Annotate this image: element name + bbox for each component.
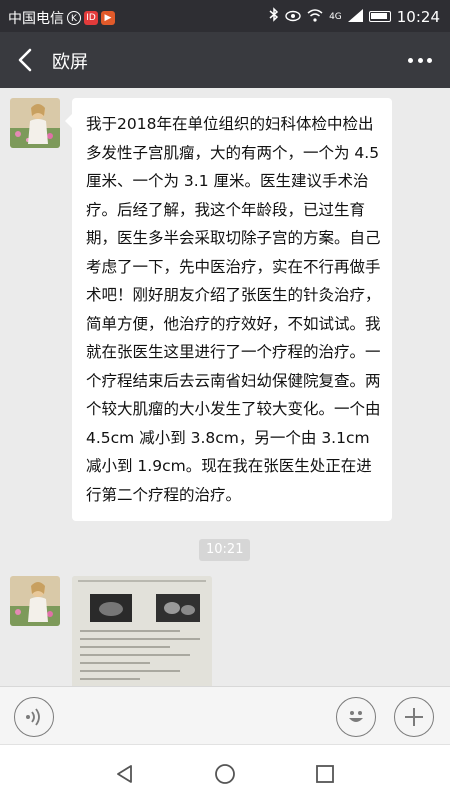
more-dot-icon (427, 57, 432, 63)
more-functions-button[interactable] (394, 697, 434, 737)
message-bubble[interactable]: 我于2018年在单位组织的妇科体检中检出多发性子宫肌瘤，大的有两个，一个为 4.… (65, 98, 392, 521)
more-dot-icon (417, 57, 423, 63)
carrier-label: 中国电信 (8, 11, 64, 27)
avatar-photo-icon (10, 576, 60, 626)
bluetooth-icon (269, 7, 279, 26)
avatar-photo-icon (10, 98, 60, 148)
chat-header: 欧屏 (0, 32, 450, 88)
app-notification-icon: K (67, 11, 81, 25)
status-time: 10:24 (396, 7, 440, 26)
emoji-button[interactable] (336, 697, 376, 737)
signal-icon (347, 8, 363, 26)
nav-recents-button[interactable] (312, 761, 338, 787)
voice-input-button[interactable] (14, 697, 54, 737)
image-message[interactable] (72, 576, 212, 686)
input-bar (0, 686, 450, 744)
nav-home-button[interactable] (212, 761, 238, 787)
status-bar: 中国电信 K ID ▶ 4G 10:24 (0, 0, 450, 32)
eye-icon (285, 8, 301, 26)
chat-area[interactable]: 我于2018年在单位组织的妇科体检中检出多发性子宫肌瘤，大的有两个，一个为 4.… (0, 88, 450, 686)
nav-back-button[interactable] (112, 761, 138, 787)
circle-home-icon (215, 764, 235, 784)
status-right: 4G 10:24 (269, 7, 440, 26)
more-options-button[interactable] (404, 44, 436, 76)
battery-icon (368, 11, 391, 22)
chevron-left-icon (18, 48, 32, 72)
system-navigation-bar (0, 744, 450, 800)
sender-avatar[interactable] (10, 576, 60, 626)
square-recents-icon (316, 765, 334, 783)
app-notification-icon-2: ID (84, 11, 98, 25)
more-dot-icon (408, 57, 413, 63)
network-type-label: 4G (329, 11, 342, 22)
video-app-icon: ▶ (101, 11, 115, 25)
medical-report-image-icon (72, 576, 212, 686)
smiley-icon (349, 711, 363, 722)
chat-title: 欧屏 (52, 52, 88, 73)
triangle-back-icon (117, 765, 132, 783)
message-timestamp: 10:21 (199, 539, 251, 561)
back-button[interactable] (10, 44, 42, 76)
voice-icon (26, 708, 40, 726)
wifi-icon (307, 8, 323, 26)
status-left: 中国电信 K ID ▶ (8, 8, 115, 28)
plus-icon (405, 708, 423, 726)
sender-avatar[interactable] (10, 98, 60, 148)
